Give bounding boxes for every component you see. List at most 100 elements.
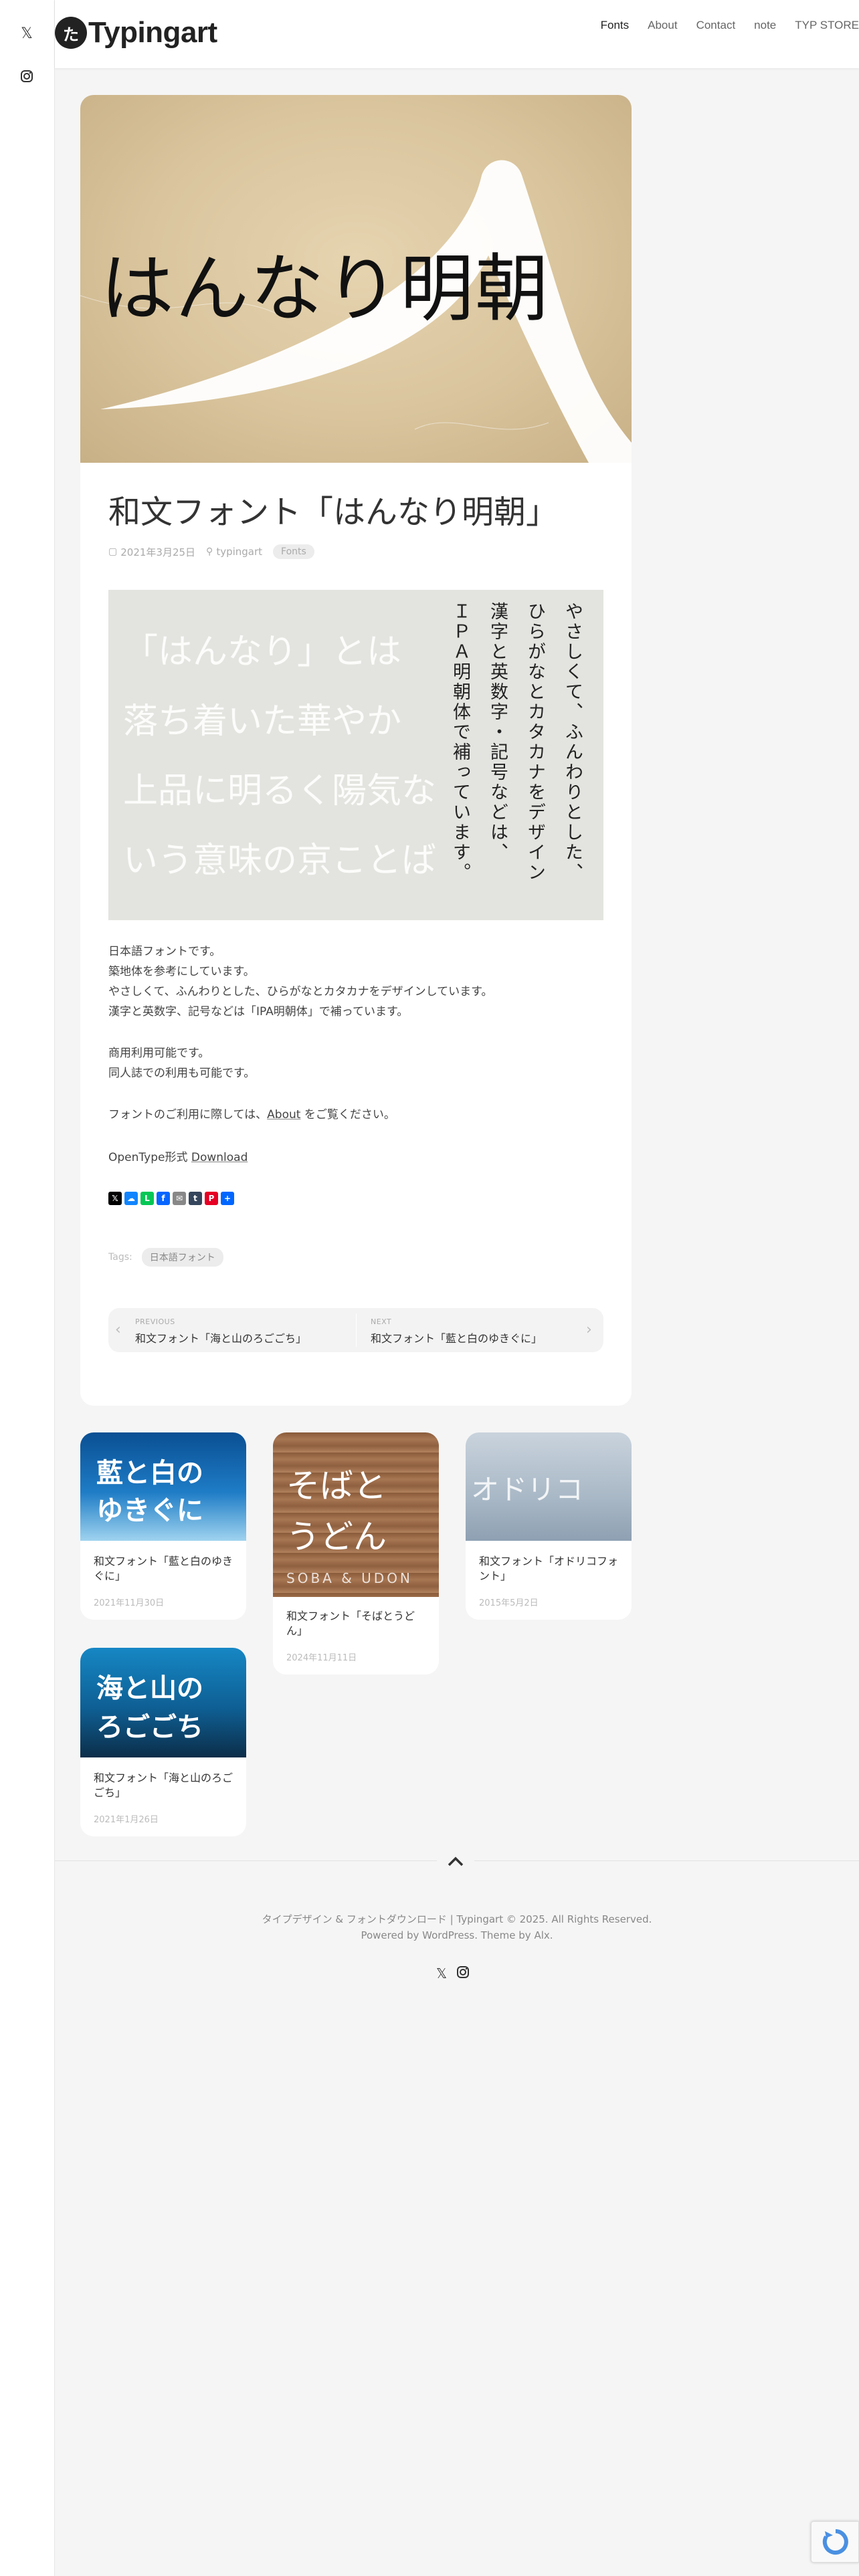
post-date: 2021年3月25日 (120, 546, 196, 558)
sample-vertical-line: ひらがなとカタカナをデザイン (524, 602, 545, 883)
format-text: OpenType形式 (108, 1151, 191, 1164)
post-title: 和文フォント「はんなり明朝」 (108, 494, 559, 531)
post-meta: ▢ 2021年3月25日 ⚲ typingart Fonts (108, 544, 314, 559)
sample-line: 上品に明るく陽気な (123, 771, 437, 811)
paragraph-line: 商用利用可能です。 (108, 1047, 210, 1060)
alx-link[interactable]: Alx (534, 1929, 549, 1941)
back-to-top-button[interactable] (437, 1842, 474, 1880)
usage-note: フォントのご利用に際しては、About をご覧ください。 (108, 1105, 395, 1121)
sample-line: いう意味の京ことば (123, 841, 437, 881)
paragraph-line: 同人誌での利用も可能です。 (108, 1067, 256, 1080)
chevron-up-icon (448, 1856, 464, 1866)
related-post-title: 和文フォント「そばとうどん」 (286, 1610, 415, 1638)
post-author[interactable]: typingart (216, 546, 262, 558)
paragraph-line: 築地体を参考にしています。 (108, 965, 255, 978)
thumb-text: SOBA & UDON (286, 1570, 413, 1586)
nav-fonts[interactable]: Fonts (601, 19, 630, 32)
related-post-thumbnail: そばと うどん SOBA & UDON (273, 1432, 439, 1597)
thumb-text: 藍と白の (96, 1458, 203, 1489)
post-tags: Tags: 日本語フォント (108, 1248, 223, 1267)
site-name: Typingart (88, 16, 217, 49)
thumb-text: ゆきぐに (96, 1495, 203, 1526)
download-line: OpenType形式 Download (108, 1148, 248, 1164)
next-post-link[interactable]: NEXT 和文フォント「藍と白のゆきぐに」 › (356, 1308, 603, 1352)
related-post-title: 和文フォント「藍と白のゆきぐに」 (94, 1555, 233, 1583)
footer-copyright: タイプデザイン & フォントダウンロード | Typingart © 2025.… (262, 1913, 652, 1925)
prev-post-link[interactable]: ‹ PREVIOUS 和文フォント「海と山のろごごち」 (108, 1308, 356, 1352)
paragraph-line: 日本語フォントです。 (108, 945, 221, 958)
tags-label: Tags: (108, 1252, 132, 1263)
logo-mark: た (55, 17, 87, 49)
nav-contact[interactable]: Contact (696, 19, 736, 32)
related-post-card[interactable]: 海と山の ろごごち 和文フォント「海と山のろごごち」 2021年1月26日 (80, 1648, 246, 1836)
footer-social: 𝕏 (436, 1965, 470, 1982)
x-icon[interactable]: 𝕏 (436, 1965, 447, 1982)
nav-about[interactable]: About (648, 19, 677, 32)
related-post-thumbnail: オドリコ (466, 1432, 632, 1541)
chevron-right-icon: › (586, 1321, 592, 1338)
site-footer: タイプデザイン & フォントダウンロード | Typingart © 2025.… (55, 1842, 859, 2576)
recaptcha-badge[interactable] (811, 2521, 859, 2563)
sample-vertical-line: ＩＰＡ明朝体で補っています。 (450, 602, 470, 883)
related-post-title: 和文フォント「海と山のろごごち」 (94, 1772, 233, 1800)
article-card: はんなり明朝 和文フォント「はんなり明朝」 ▢ 2021年3月25日 ⚲ typ… (80, 95, 632, 1406)
sample-vertical-line: やさしくて、ふんわりとした、 (562, 602, 583, 883)
related-post-date: 2015年5月2日 (479, 1598, 539, 1608)
bluesky-share-icon[interactable]: ☁ (124, 1192, 138, 1205)
site-logo[interactable]: た Typingart (55, 16, 217, 49)
powered-end: . (549, 1929, 553, 1941)
wordpress-link[interactable]: WordPress (422, 1929, 474, 1941)
tumblr-share-icon[interactable]: t (189, 1192, 202, 1205)
prev-title: 和文フォント「海と山のろごごち」 (135, 1332, 307, 1345)
email-share-icon[interactable]: ✉ (173, 1192, 186, 1205)
thumb-text: ろごごち (96, 1712, 203, 1743)
instagram-icon[interactable] (456, 1965, 470, 1982)
instagram-icon[interactable] (19, 68, 35, 84)
main-nav: Fonts About Contact note TYP STORE (582, 19, 859, 32)
facebook-share-icon[interactable]: f (157, 1192, 170, 1205)
sample-line: 落ち着いた華やか (123, 702, 402, 742)
left-social-bar: 𝕏 (0, 0, 55, 2576)
thumb-text: そばと (286, 1467, 387, 1505)
x-share-icon[interactable]: 𝕏 (108, 1192, 122, 1205)
next-title: 和文フォント「藍と白のゆきぐに」 (371, 1332, 543, 1345)
post-pager: ‹ PREVIOUS 和文フォント「海と山のろごごち」 NEXT 和文フォント「… (108, 1308, 603, 1352)
recaptcha-icon (822, 2529, 848, 2555)
user-icon: ⚲ (206, 546, 213, 557)
paragraph-line: やさしくて、ふんわりとした、ひらがなとカタカナをデザインしています。 (108, 985, 493, 998)
usage-suffix: をご覧ください。 (300, 1108, 395, 1121)
powered-mid: . Theme by (474, 1929, 535, 1941)
line-share-icon[interactable]: L (140, 1192, 154, 1205)
sample-vertical-line: 漢字と英数字・記号などは、 (487, 602, 508, 863)
related-post-date: 2021年1月26日 (94, 1815, 159, 1825)
site-header: た Typingart Fonts About Contact note TYP… (55, 0, 859, 68)
pinterest-share-icon[interactable]: P (205, 1192, 218, 1205)
related-post-card[interactable]: そばと うどん SOBA & UDON 和文フォント「そばとうどん」 2024年… (273, 1432, 439, 1675)
related-post-thumbnail: 藍と白の ゆきぐに (80, 1432, 246, 1541)
nav-note[interactable]: note (754, 19, 776, 32)
x-icon[interactable]: 𝕏 (19, 25, 35, 42)
related-post-card[interactable]: 藍と白の ゆきぐに 和文フォント「藍と白のゆきぐに」 2021年11月30日 (80, 1432, 246, 1620)
about-link[interactable]: About (267, 1108, 300, 1121)
addtoany-share-icon[interactable]: + (221, 1192, 234, 1205)
post-category[interactable]: Fonts (273, 544, 314, 559)
next-label: NEXT (371, 1317, 392, 1326)
nav-typ-store[interactable]: TYP STORE (795, 19, 859, 32)
tag-link[interactable]: 日本語フォント (141, 1248, 223, 1267)
chevron-left-icon: ‹ (115, 1321, 121, 1338)
related-post-title: 和文フォント「オドリコフォント」 (479, 1555, 619, 1583)
sample-line: 「はんなり」とは (123, 632, 402, 672)
calendar-icon: ▢ (108, 546, 118, 557)
related-post-date: 2024年11月11日 (286, 1653, 357, 1663)
download-link[interactable]: Download (191, 1151, 248, 1164)
related-post-date: 2021年11月30日 (94, 1598, 165, 1608)
font-sample-image: 「はんなり」とは 落ち着いた華やか 上品に明るく陽気な いう意味の京ことば やさ… (108, 590, 603, 920)
share-buttons: 𝕏 ☁ L f ✉ t P + (108, 1192, 234, 1205)
thumb-text: オドリコ (471, 1473, 584, 1506)
footer-powered-by: Powered by WordPress. Theme by Alx. (55, 1929, 859, 1941)
paragraph-line: 漢字と英数字、記号などは「IPA明朝体」で補っています。 (108, 1005, 409, 1018)
prev-label: PREVIOUS (135, 1317, 175, 1326)
related-post-card[interactable]: オドリコ 和文フォント「オドリコフォント」 2015年5月2日 (466, 1432, 632, 1620)
thumb-text: うどん (286, 1517, 387, 1556)
powered-prefix: Powered by (361, 1929, 423, 1941)
